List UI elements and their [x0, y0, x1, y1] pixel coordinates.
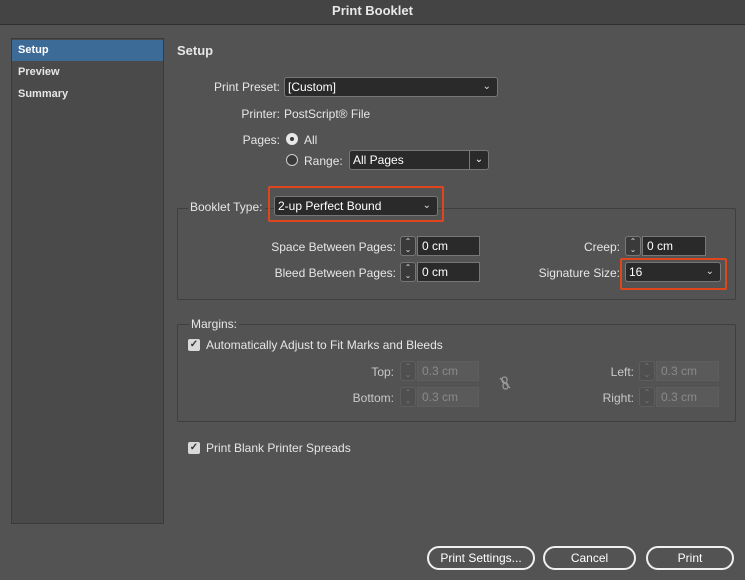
- margin-top-stepper[interactable]: ⌃ ⌄: [400, 361, 416, 381]
- margin-left-stepper[interactable]: ⌃ ⌄: [639, 361, 655, 381]
- printer-value: PostScript® File: [284, 107, 371, 121]
- margin-top-label: Top:: [371, 365, 394, 379]
- creep-field[interactable]: 0 cm: [642, 236, 706, 256]
- space-between-field[interactable]: 0 cm: [417, 236, 480, 256]
- bleed-between-stepper[interactable]: ⌃ ⌄: [400, 262, 416, 282]
- bleed-between-label: Bleed Between Pages:: [274, 266, 396, 280]
- chain-link-icon[interactable]: [497, 375, 513, 391]
- sidebar-item-setup[interactable]: Setup: [12, 40, 163, 61]
- window-title: Print Booklet: [0, 0, 745, 25]
- chevron-down-icon: ⌄: [482, 81, 491, 92]
- print-button[interactable]: Print: [646, 546, 734, 570]
- printer-label: Printer:: [241, 107, 280, 121]
- margin-bottom-field[interactable]: 0.3 cm: [417, 387, 479, 407]
- print-preset-dropdown[interactable]: [Custom] ⌄: [284, 77, 498, 97]
- pages-all-label: All: [304, 133, 318, 147]
- cancel-button[interactable]: Cancel: [543, 546, 636, 570]
- highlight-box-booklet-type: [268, 186, 444, 222]
- bleed-between-field[interactable]: 0 cm: [417, 262, 480, 282]
- print-preset-label: Print Preset:: [213, 80, 280, 94]
- print-settings-button[interactable]: Print Settings...: [427, 546, 535, 570]
- highlight-box-signature-size: [620, 258, 727, 290]
- sidebar: Setup Preview Summary: [11, 38, 164, 524]
- auto-adjust-checkbox[interactable]: ✓: [188, 339, 200, 351]
- margin-right-stepper[interactable]: ⌃ ⌄: [639, 387, 655, 407]
- space-between-label: Space Between Pages:: [271, 240, 396, 254]
- margin-top-field[interactable]: 0.3 cm: [417, 361, 479, 381]
- creep-stepper[interactable]: ⌃ ⌄: [625, 236, 641, 256]
- auto-adjust-label: Automatically Adjust to Fit Marks and Bl…: [206, 338, 443, 352]
- creep-label: Creep:: [583, 240, 620, 254]
- margin-right-label: Right:: [602, 391, 634, 405]
- sidebar-item-summary[interactable]: Summary: [12, 84, 163, 105]
- range-dropdown[interactable]: All Pages ⌄: [349, 150, 489, 170]
- pages-range-radio[interactable]: [286, 154, 298, 166]
- range-value: All Pages: [353, 153, 404, 167]
- margins-heading: Margins:: [189, 317, 240, 331]
- sidebar-item-preview[interactable]: Preview: [12, 62, 163, 83]
- pages-label: Pages:: [242, 133, 280, 147]
- print-blank-label: Print Blank Printer Spreads: [206, 441, 351, 455]
- margin-left-label: Left:: [610, 365, 634, 379]
- margin-bottom-stepper[interactable]: ⌃ ⌄: [400, 387, 416, 407]
- margin-left-field[interactable]: 0.3 cm: [656, 361, 719, 381]
- print-blank-checkbox[interactable]: ✓: [188, 442, 200, 454]
- space-between-stepper[interactable]: ⌃ ⌄: [400, 236, 416, 256]
- print-preset-value: [Custom]: [288, 80, 337, 94]
- chevron-down-icon: ⌄: [469, 151, 488, 169]
- signature-size-label: Signature Size:: [538, 266, 620, 280]
- booklet-type-label: Booklet Type:: [188, 200, 265, 214]
- pages-all-radio[interactable]: [286, 133, 298, 145]
- section-heading-setup: Setup: [177, 43, 214, 58]
- margin-bottom-label: Bottom:: [352, 391, 394, 405]
- pages-range-label: Range:: [304, 154, 343, 168]
- margin-right-field[interactable]: 0.3 cm: [656, 387, 719, 407]
